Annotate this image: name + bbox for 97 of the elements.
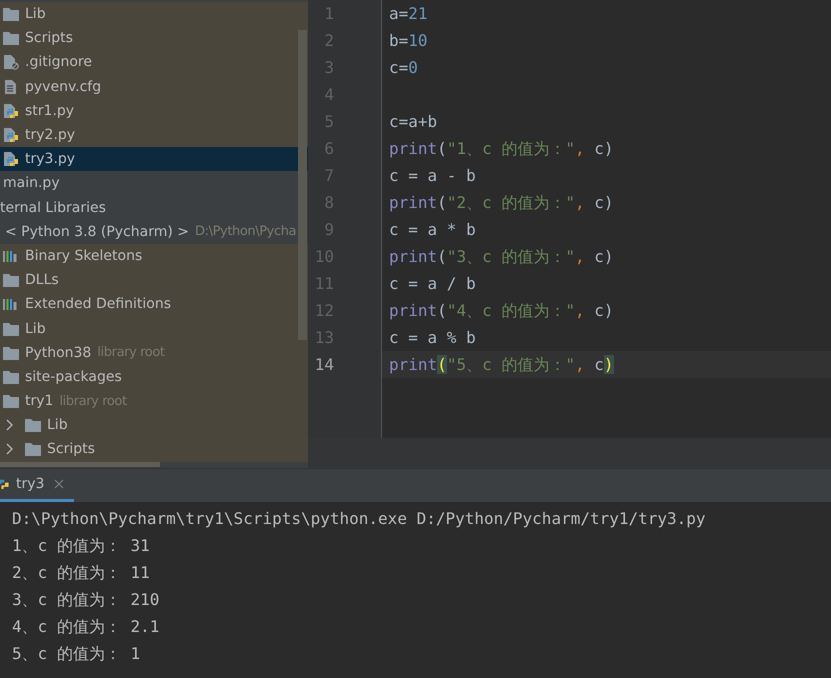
- code-text: c = a - b: [389, 166, 476, 185]
- tree-item[interactable]: str1.py: [0, 98, 308, 123]
- code-text: (: [437, 301, 447, 320]
- code-text: c): [593, 193, 614, 212]
- file-name: .gitignore: [25, 54, 92, 70]
- builtin-name: print: [389, 193, 438, 212]
- run-tab[interactable]: try3: [0, 469, 74, 502]
- comma: ,: [574, 247, 585, 266]
- folder-icon: [2, 6, 20, 22]
- folder-icon: [2, 320, 20, 337]
- chevron-icon[interactable]: [5, 443, 15, 456]
- code-text: c): [593, 247, 614, 266]
- matched-brace: ): [604, 355, 614, 374]
- tree-item[interactable]: Scripts: [0, 26, 308, 50]
- tab-label: try3: [16, 476, 44, 492]
- tree-item[interactable]: DLLs: [0, 268, 308, 292]
- python-file-icon: [2, 102, 20, 119]
- folder-icon: [2, 368, 20, 385]
- code-text: c): [593, 301, 614, 320]
- code-text: c: [593, 355, 604, 374]
- tree-item[interactable]: .gitignore: [0, 50, 308, 75]
- builtin-name: print: [389, 355, 438, 374]
- code-text: c=: [389, 58, 408, 77]
- comma: ,: [574, 355, 585, 374]
- console-line: 3、c 的值为： 210: [12, 589, 160, 611]
- console-line: 1、c 的值为： 31: [12, 535, 151, 557]
- chevron-icon[interactable]: [5, 419, 15, 432]
- string-literal: "2、c 的值为：": [446, 193, 575, 212]
- tree-hint: D:\Python\Pycha: [195, 224, 296, 240]
- file-name: pyvenv.cfg: [25, 78, 102, 95]
- tree-item[interactable]: try3.py: [0, 147, 308, 172]
- code-text: (: [437, 247, 447, 266]
- string-literal: "3、c 的值为：": [446, 247, 575, 266]
- tree-label: < Python 3.8 (Pycharm) >: [5, 224, 190, 240]
- python-file-icon: [2, 127, 20, 144]
- file-name: str1.py: [25, 102, 74, 119]
- tree-label: ternal Libraries: [0, 200, 106, 216]
- builtin-name: print: [389, 301, 438, 320]
- code-text: a=: [389, 4, 408, 23]
- tree-item[interactable]: site-packages: [0, 364, 308, 389]
- code-text: c=a+b: [389, 112, 438, 131]
- scrollbar[interactable]: [298, 30, 307, 340]
- tree-label: Lib: [25, 320, 46, 337]
- comma: ,: [574, 139, 585, 158]
- tree-label: Binary Skeletons: [25, 248, 142, 264]
- ignored-file-icon: [2, 54, 20, 70]
- tree-label: Scripts: [47, 441, 95, 458]
- tree-label: DLLs: [25, 272, 59, 288]
- number-literal: 10: [408, 31, 428, 50]
- tree-item[interactable]: try2.py: [0, 122, 308, 148]
- folder-icon: [2, 272, 20, 288]
- number-literal: 21: [408, 4, 428, 23]
- close-icon[interactable]: [54, 479, 64, 489]
- tree-item[interactable]: Binary Skeletons: [0, 244, 308, 268]
- folder-icon: [24, 441, 42, 458]
- code-text: (: [437, 193, 447, 212]
- python-file-icon: [2, 151, 20, 168]
- string-literal: "5、c 的值为：": [446, 355, 575, 374]
- scrollbar[interactable]: [0, 462, 160, 467]
- file-name: try2.py: [25, 127, 76, 144]
- console-line: 5、c 的值为： 1: [12, 643, 142, 665]
- code-text: c): [593, 139, 614, 158]
- builtin-name: print: [389, 247, 438, 266]
- string-literal: "4、c 的值为：": [446, 301, 575, 320]
- tree-item[interactable]: Scripts: [0, 437, 308, 462]
- comma: ,: [574, 193, 585, 212]
- tree-item[interactable]: pyvenv.cfg: [0, 74, 308, 99]
- console-line: D:\Python\Pycharm\try1\Scripts\python.exe D:/Python/Pycharm/try1/try3.py: [12, 508, 707, 530]
- string-literal: "1、c 的值为：": [446, 139, 575, 158]
- matched-brace: (: [437, 355, 447, 374]
- console-line: 2、c 的值为： 11: [12, 562, 151, 584]
- tree-item[interactable]: Lib: [0, 2, 308, 26]
- code-text: c = a * b: [389, 220, 476, 239]
- tree-item[interactable]: Lib: [0, 316, 308, 341]
- code-text: b=: [389, 31, 408, 50]
- tree-item[interactable]: Extended Definitions: [0, 292, 308, 316]
- tree-label: Python38: [25, 344, 92, 361]
- folder-icon: [24, 417, 42, 434]
- console-line: 4、c 的值为： 2.1: [12, 616, 160, 638]
- folder-icon: [2, 393, 20, 410]
- code-text: c = a / b: [389, 274, 476, 293]
- tree-label: Lib: [47, 417, 68, 434]
- tree-item[interactable]: Lib: [0, 413, 308, 438]
- code-text: c = a % b: [389, 328, 476, 347]
- tree-label: try1: [25, 393, 54, 410]
- folder-icon: [2, 344, 20, 361]
- folder-icon: [2, 30, 20, 46]
- file-name: Scripts: [25, 30, 73, 46]
- builtin-name: print: [389, 139, 438, 158]
- file-name: try3.py: [25, 151, 76, 168]
- code-text: (: [437, 139, 447, 158]
- tree-label: Extended Definitions: [25, 296, 172, 312]
- comma: ,: [574, 301, 585, 320]
- number-literal: 0: [408, 58, 418, 77]
- line-number: 14: [308, 351, 382, 378]
- tree-label: site-packages: [25, 368, 122, 385]
- file-name: Lib: [25, 6, 46, 22]
